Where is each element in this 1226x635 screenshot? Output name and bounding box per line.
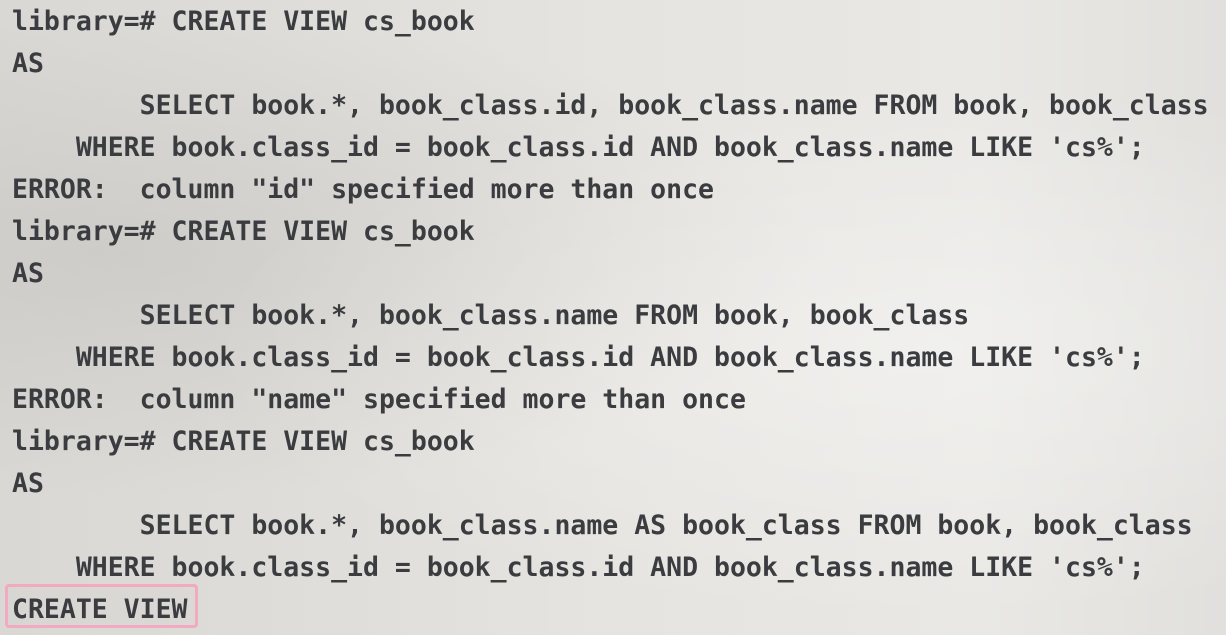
terminal-line-where: WHERE book.class_id = book_class.id AND … bbox=[12, 132, 1145, 163]
terminal-line-select: SELECT book.*, book_class.name AS book_c… bbox=[12, 510, 1193, 541]
terminal-line-where: WHERE book.class_id = book_class.id AND … bbox=[12, 552, 1145, 583]
terminal-line-as: AS bbox=[12, 48, 44, 79]
terminal-line-error: ERROR: column "name" specified more than… bbox=[12, 384, 746, 415]
terminal-line-where: WHERE book.class_id = book_class.id AND … bbox=[12, 342, 1145, 373]
terminal-line-result: CREATE VIEW bbox=[12, 594, 188, 625]
terminal-output: library=# CREATE VIEW cs_book AS SELECT … bbox=[0, 0, 1226, 635]
terminal-line-as: AS bbox=[12, 468, 44, 499]
terminal-line-prompt: library=# CREATE VIEW cs_book bbox=[12, 6, 475, 37]
terminal-line-prompt: library=# CREATE VIEW cs_book bbox=[12, 426, 475, 457]
terminal-line-select: SELECT book.*, book_class.id, book_class… bbox=[12, 90, 1209, 121]
terminal-line-as: AS bbox=[12, 258, 44, 289]
terminal-line-prompt: library=# CREATE VIEW cs_book bbox=[12, 216, 475, 247]
terminal-line-error: ERROR: column "id" specified more than o… bbox=[12, 174, 714, 205]
terminal-line-select: SELECT book.*, book_class.name FROM book… bbox=[12, 300, 970, 331]
